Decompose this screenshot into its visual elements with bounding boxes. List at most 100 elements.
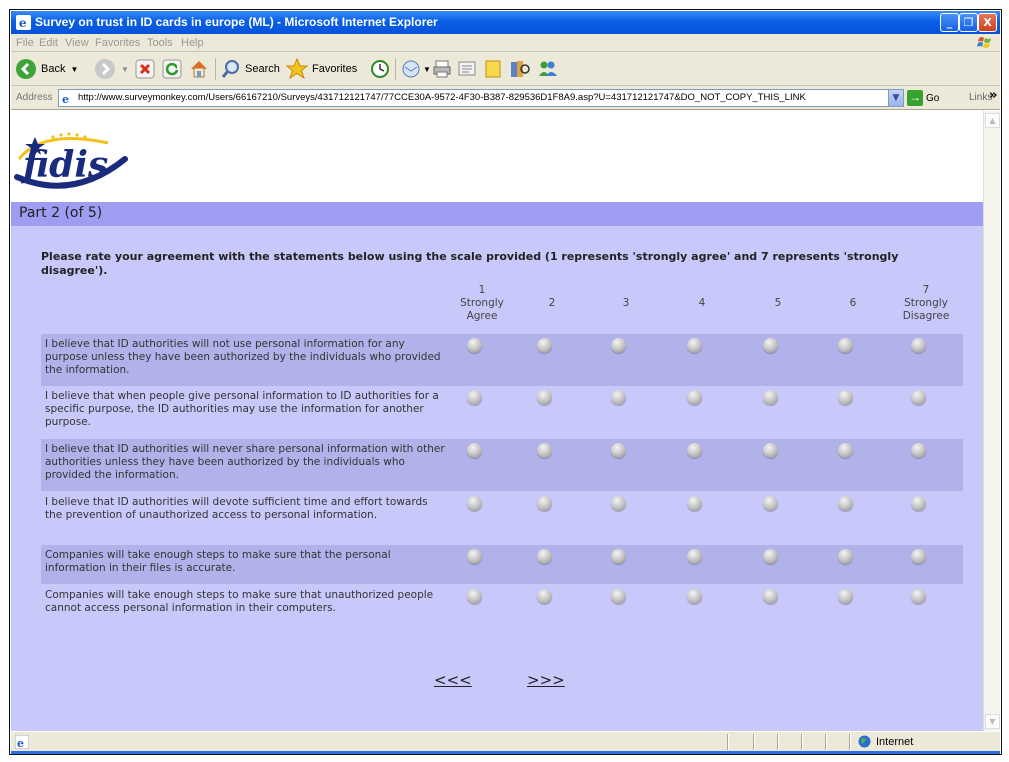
radio-option-6[interactable] (838, 496, 853, 511)
go-button[interactable]: → Go (907, 90, 939, 106)
menu-favorites[interactable]: Favorites (95, 37, 140, 49)
radio-option-5[interactable] (763, 443, 778, 458)
radio-option-2[interactable] (537, 443, 552, 458)
scroll-up-icon[interactable]: ▲ (985, 113, 1000, 128)
question-text: I believe that ID authorities will never… (45, 443, 445, 481)
radio-option-5[interactable] (763, 390, 778, 405)
question-text: I believe that ID authorities will not u… (45, 338, 441, 376)
radio-option-3[interactable] (611, 338, 626, 353)
mail-dropdown-icon[interactable]: ▼ (423, 65, 431, 74)
radio-option-7[interactable] (911, 390, 926, 405)
radio-option-5[interactable] (763, 589, 778, 604)
go-label: Go (926, 92, 940, 104)
radio-option-6[interactable] (838, 443, 853, 458)
part-header: Part 2 (of 5) (11, 202, 983, 226)
question-row-5: Companies will take enough steps to make… (41, 545, 963, 584)
home-icon (191, 61, 207, 78)
refresh-icon (162, 59, 182, 79)
radio-option-7[interactable] (911, 496, 926, 511)
previous-page-link[interactable]: <<< (434, 671, 472, 689)
radio-option-4[interactable] (687, 338, 702, 353)
radio-option-3[interactable] (611, 390, 626, 405)
scale-header-7: 7 Strongly Disagree (896, 284, 956, 323)
security-zone: Internet (858, 735, 913, 748)
radio-option-1[interactable] (467, 338, 482, 353)
radio-option-7[interactable] (911, 338, 926, 353)
chevron-right-icon[interactable]: » (989, 88, 997, 103)
radio-option-6[interactable] (838, 338, 853, 353)
radio-option-2[interactable] (537, 390, 552, 405)
radio-option-2[interactable] (537, 496, 552, 511)
research-button[interactable] (509, 58, 531, 80)
radio-option-6[interactable] (838, 390, 853, 405)
radio-option-1[interactable] (467, 589, 482, 604)
print-button[interactable] (432, 58, 452, 80)
messenger-button[interactable] (537, 58, 559, 80)
stop-button[interactable] (135, 58, 155, 80)
radio-option-6[interactable] (838, 589, 853, 604)
svg-text:e: e (62, 93, 69, 105)
next-page-link[interactable]: >>> (527, 671, 565, 689)
menu-view[interactable]: View (65, 37, 89, 49)
radio-option-2[interactable] (537, 549, 552, 564)
radio-option-1[interactable] (467, 390, 482, 405)
logo-text: fidis (20, 144, 108, 186)
home-button[interactable] (188, 58, 210, 80)
radio-option-3[interactable] (611, 496, 626, 511)
toolbar: Back ▼ ▼ Search Favorites ▼ (11, 52, 1000, 86)
radio-option-4[interactable] (687, 549, 702, 564)
radio-option-7[interactable] (911, 549, 926, 564)
radio-option-4[interactable] (687, 589, 702, 604)
radio-option-1[interactable] (467, 443, 482, 458)
messenger-icon (539, 61, 557, 76)
radio-option-3[interactable] (611, 443, 626, 458)
radio-option-2[interactable] (537, 589, 552, 604)
discuss-button[interactable] (483, 58, 503, 80)
radio-option-5[interactable] (763, 496, 778, 511)
search-button[interactable]: Search (221, 58, 280, 80)
radio-option-4[interactable] (687, 443, 702, 458)
radio-option-3[interactable] (611, 549, 626, 564)
close-button[interactable]: X (978, 13, 997, 32)
vertical-scrollbar[interactable]: ▲ ▼ (983, 111, 1000, 731)
mail-button[interactable]: ▼ (401, 58, 431, 80)
radio-option-4[interactable] (687, 496, 702, 511)
search-label: Search (245, 63, 280, 75)
back-label: Back (41, 63, 66, 75)
edit-button[interactable] (457, 58, 477, 80)
radio-option-7[interactable] (911, 443, 926, 458)
history-button[interactable] (370, 58, 390, 80)
radio-option-3[interactable] (611, 589, 626, 604)
back-dropdown-icon[interactable]: ▼ (70, 65, 78, 74)
menu-help[interactable]: Help (181, 37, 204, 49)
radio-option-4[interactable] (687, 390, 702, 405)
menu-tools[interactable]: Tools (147, 37, 173, 49)
refresh-button[interactable] (162, 58, 182, 80)
fidis-logo: fidis (14, 132, 128, 189)
favorites-button[interactable]: Favorites (286, 58, 357, 80)
minimize-button[interactable]: _ (940, 13, 959, 32)
back-button[interactable]: Back ▼ (15, 58, 78, 80)
scale-number: 2 (548, 297, 556, 309)
menu-edit[interactable]: Edit (39, 37, 58, 49)
address-input[interactable]: e http://www.surveymonkey.com/Users/6616… (58, 89, 904, 107)
radio-option-1[interactable] (467, 549, 482, 564)
radio-option-5[interactable] (763, 338, 778, 353)
page-icon: e (61, 92, 74, 105)
maximize-button[interactable]: ❐ (959, 13, 978, 32)
forward-dropdown-icon[interactable]: ▼ (121, 65, 129, 74)
scale-header-6: 6 (823, 297, 883, 310)
radio-option-5[interactable] (763, 549, 778, 564)
svg-text:e: e (19, 16, 27, 30)
radio-option-6[interactable] (838, 549, 853, 564)
radio-option-2[interactable] (537, 338, 552, 353)
radio-option-1[interactable] (467, 496, 482, 511)
menu-file[interactable]: File (16, 37, 34, 49)
scroll-down-icon[interactable]: ▼ (985, 714, 1000, 729)
radio-option-7[interactable] (911, 589, 926, 604)
question-text: I believe that when people give personal… (45, 390, 439, 428)
svg-text:e: e (17, 737, 24, 749)
window-title-bar[interactable]: e Survey on trust in ID cards in europe … (11, 11, 1000, 34)
forward-button[interactable]: ▼ (94, 58, 129, 80)
address-dropdown-icon[interactable]: ▼ (888, 90, 903, 106)
